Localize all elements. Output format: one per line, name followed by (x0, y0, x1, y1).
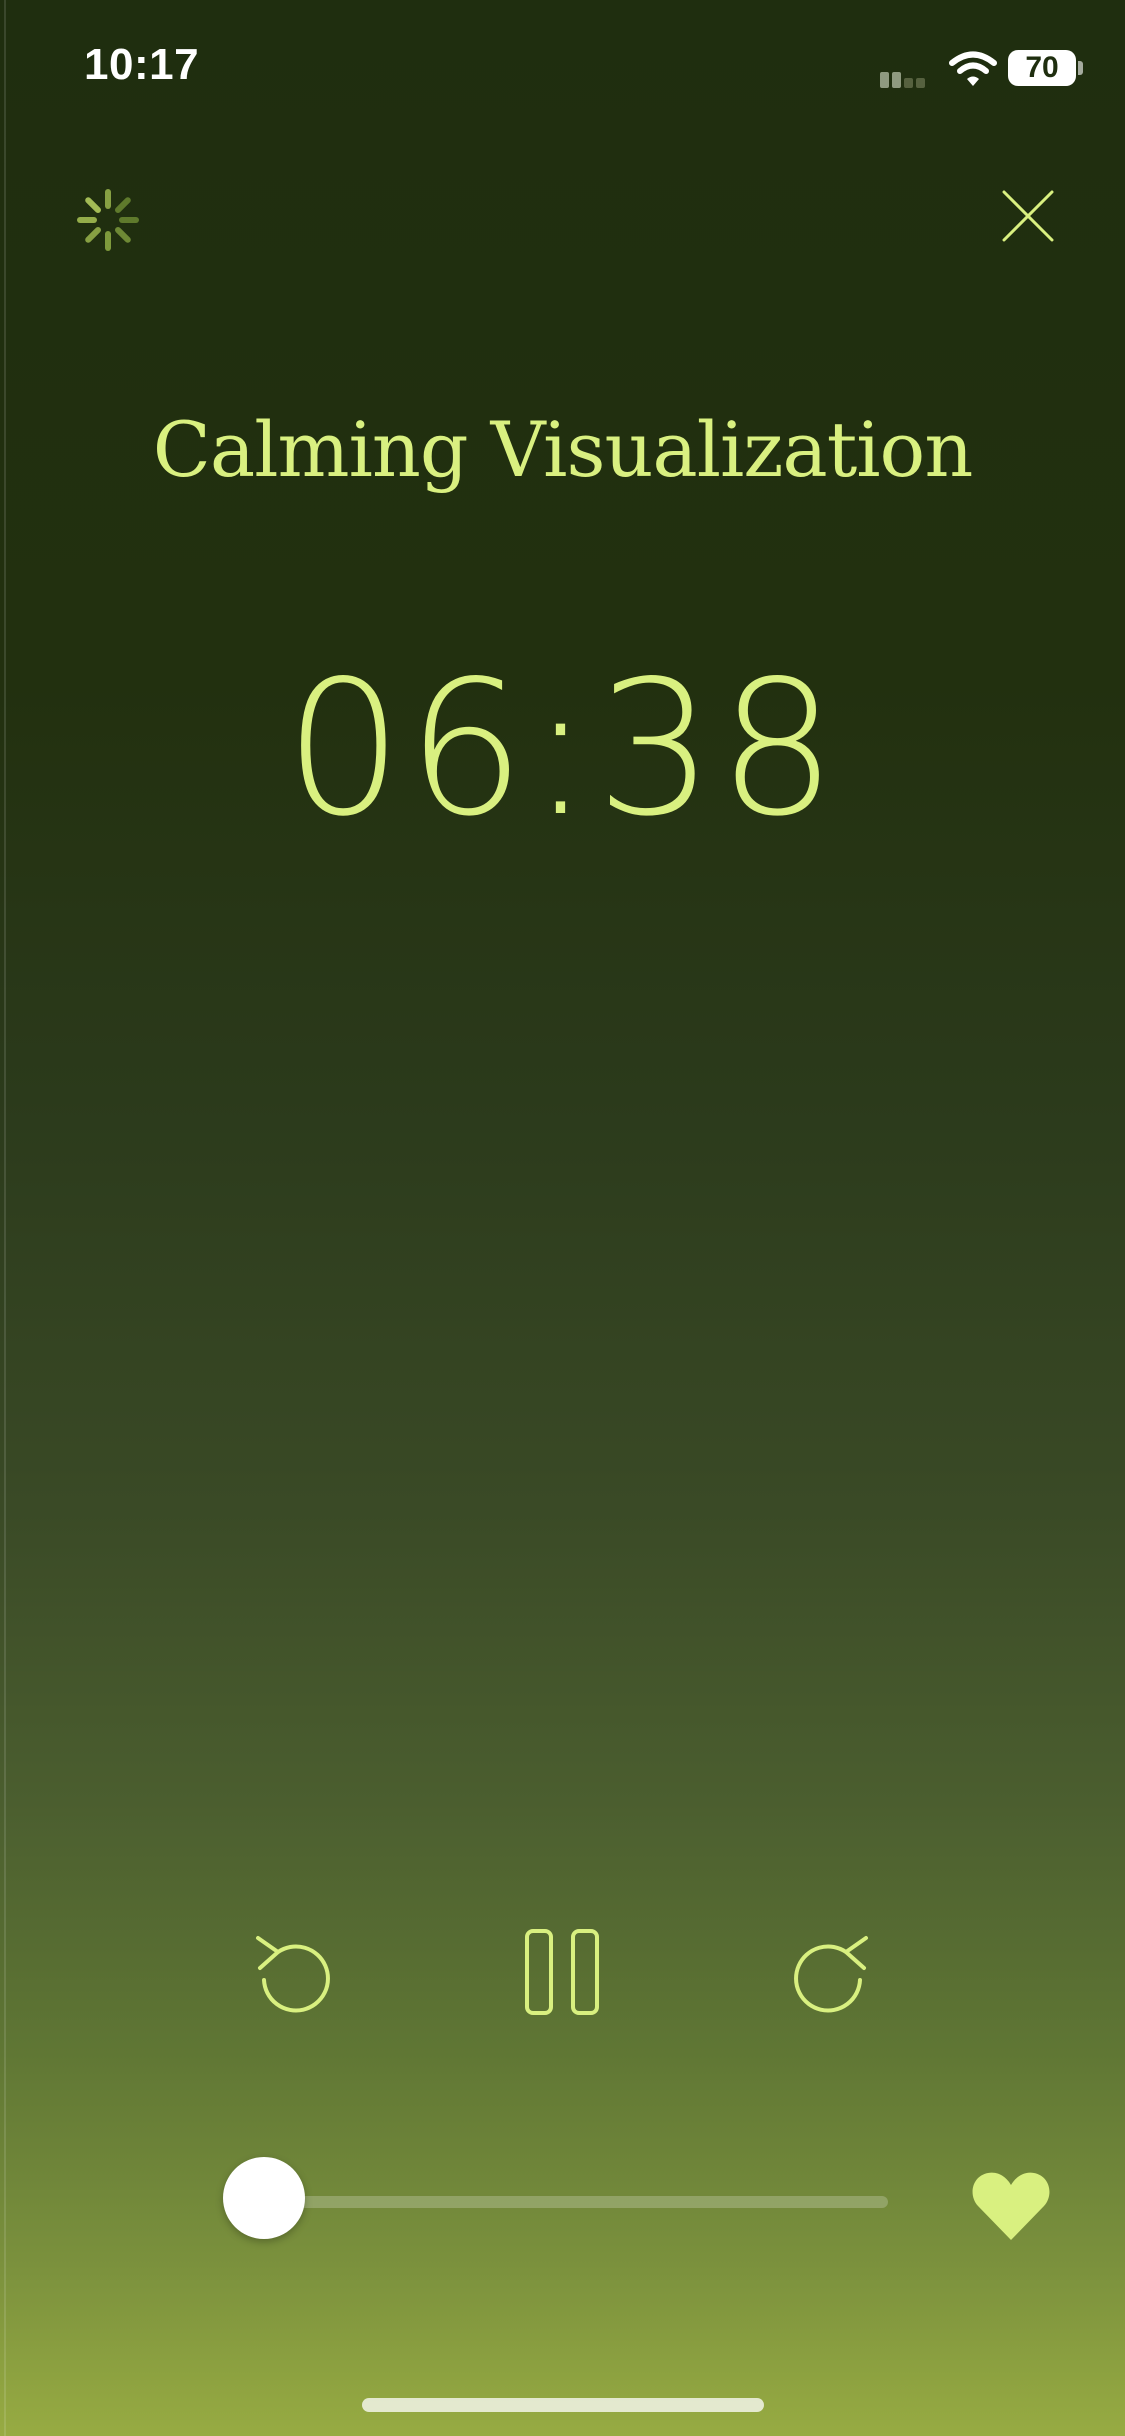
session-title: Calming Visualization (152, 405, 974, 494)
progress-row (0, 2150, 1125, 2250)
favorite-button[interactable] (970, 2170, 1052, 2242)
close-button[interactable] (1000, 188, 1056, 244)
battery-level: 70 (1025, 51, 1059, 84)
pause-button[interactable] (524, 1928, 600, 2016)
rewind-button[interactable] (250, 1930, 334, 2020)
progress-track[interactable] (238, 2196, 888, 2208)
wifi-icon (949, 51, 997, 86)
remaining-time: 06:38 (284, 640, 841, 857)
progress-thumb[interactable] (223, 2157, 305, 2239)
home-indicator (362, 2398, 764, 2412)
cellular-signal-icon (880, 72, 925, 88)
player-screen: 10:17 70 Calming Visualization 06:38 (0, 0, 1125, 2436)
status-time: 10:17 (84, 40, 200, 89)
forward-button[interactable] (790, 1930, 874, 2020)
screen-edge (4, 0, 6, 2436)
status-bar: 10:17 70 (0, 0, 1125, 140)
battery-cap (1078, 61, 1083, 75)
battery-icon: 70 (1008, 50, 1076, 86)
playback-controls (0, 1928, 1125, 2030)
loading-spinner-icon (77, 189, 139, 251)
